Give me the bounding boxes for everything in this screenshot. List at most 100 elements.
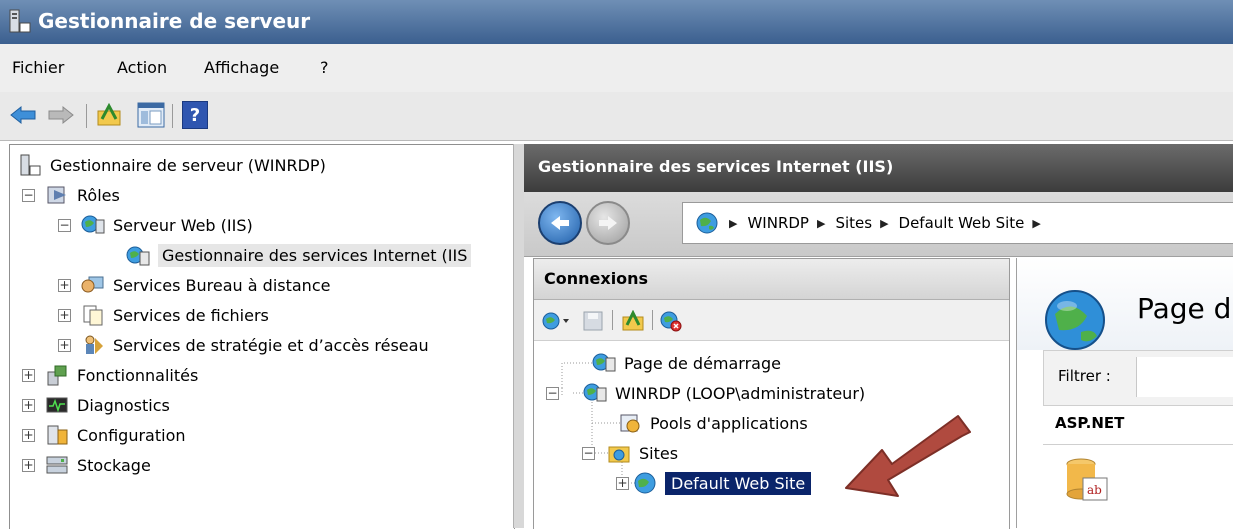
expand-toggle[interactable]: + [22,368,35,382]
web-server-icon [81,214,105,236]
features-view-pane: Page d Filtrer : ASP.NET ab [1016,258,1233,528]
conn-item-label: Page de démarrage [624,353,781,373]
features-icon [45,364,69,386]
console-tree: Gestionnaire de serveur (WINRDP) − Rôles… [9,144,515,529]
group-divider [1043,444,1233,445]
breadcrumb-winrdp[interactable]: WINRDP [747,214,809,232]
filter-bar: Filtrer : [1043,350,1233,406]
expand-toggle[interactable]: + [22,428,35,442]
show-hide-console-tree-icon[interactable] [136,100,166,130]
collapse-toggle[interactable]: − [582,446,595,460]
iis-manager-icon [126,244,150,266]
expand-toggle[interactable]: + [616,476,629,490]
storage-icon [45,454,69,476]
tree-item-file-services[interactable]: + Services de fichiers [58,301,269,329]
tree-item-remote-desktop[interactable]: + Services Bureau à distance [58,271,330,299]
up-folder-icon[interactable] [620,308,646,334]
save-icon[interactable] [580,308,606,334]
home-page-title: Page d [1137,292,1232,325]
server-node-icon [583,382,607,404]
expand-toggle[interactable]: + [58,338,71,352]
tree-item-storage[interactable]: + Stockage [22,451,151,479]
connect-dropdown-button[interactable] [540,308,574,334]
pane-splitter[interactable] [513,144,524,528]
tree-item-iis-manager[interactable]: Gestionnaire des services Internet (IIS [126,241,472,269]
app-pools-icon [618,412,642,434]
tree-item-label: Stockage [77,455,151,475]
forward-arrow-icon [599,216,617,230]
forward-button[interactable] [586,201,630,245]
configuration-icon [45,424,69,446]
address-bar[interactable]: ▶ WINRDP ▶ Sites ▶ Default Web Site ▶ [682,202,1233,244]
connections-title: Connexions [544,269,649,288]
filter-input[interactable] [1136,357,1233,397]
tree-item-label: Services Bureau à distance [113,275,331,295]
back-button[interactable] [538,201,582,245]
annotation-arrow [845,415,971,497]
filter-label: Filtrer : [1058,367,1111,385]
tree-item-label: Rôles [77,185,120,205]
connect-globe-icon [542,312,569,330]
toolbar-separator [172,104,173,128]
globe-icon [1043,288,1107,356]
diagnostics-icon [45,394,69,416]
tree-item-configuration[interactable]: + Configuration [22,421,186,449]
conn-item-label: Sites [639,443,679,463]
disconnect-icon[interactable] [658,308,684,334]
up-folder-icon[interactable] [94,100,124,130]
tree-item-label: Diagnostics [77,395,170,415]
window-title: Gestionnaire de serveur [38,9,311,33]
connections-header: Connexions [534,259,1009,300]
tree-item-network-policy[interactable]: + Services de stratégie et d’accès résea… [58,331,429,359]
breadcrumb-separator: ▶ [880,216,889,230]
collapse-toggle[interactable]: − [546,386,559,400]
menu-help[interactable]: ? [320,58,329,77]
toolbar-separator [652,310,653,330]
breadcrumb-sites[interactable]: Sites [835,214,872,232]
tree-item-roles[interactable]: − Rôles [22,181,120,209]
start-page-icon [592,352,616,374]
server-manager-icon [18,154,42,176]
tree-item-diagnostics[interactable]: + Diagnostics [22,391,170,419]
toolbar: ? [0,92,1233,141]
sites-folder-icon [607,442,631,464]
tree-item-web-server[interactable]: − Serveur Web (IIS) [58,211,253,239]
breadcrumb-separator: ▶ [1032,216,1041,230]
expand-toggle[interactable]: + [58,308,71,322]
back-arrow-icon[interactable] [8,100,38,130]
tree-item-features[interactable]: + Fonctionnalités [22,361,198,389]
help-button[interactable]: ? [180,100,210,130]
expand-toggle[interactable]: + [58,278,71,292]
conn-item-label: Pools d'applications [650,413,808,433]
tree-item-label: Services de stratégie et d’accès réseau [113,335,429,355]
help-icon: ? [182,101,208,129]
iis-navigation-bar: ▶ WINRDP ▶ Sites ▶ Default Web Site ▶ [524,192,1233,257]
breadcrumb-default-web-site[interactable]: Default Web Site [899,214,1025,232]
conn-item-default-web-site[interactable]: + Default Web Site [616,469,812,497]
forward-arrow-icon[interactable] [46,100,76,130]
conn-item-label: WINRDP (LOOP\administrateur) [615,383,866,403]
network-policy-icon [81,334,105,356]
breadcrumb-separator: ▶ [816,216,826,230]
tree-item-server-manager[interactable]: Gestionnaire de serveur (WINRDP) [18,151,326,179]
collapse-toggle[interactable]: − [22,188,35,202]
feature-aspnet-icon[interactable]: ab [1063,456,1109,506]
collapse-toggle[interactable]: − [58,218,71,232]
conn-item-server[interactable]: − WINRDP (LOOP\administrateur) [546,379,865,407]
expand-toggle[interactable]: + [22,398,35,412]
menu-fichier[interactable]: Fichier [12,58,64,77]
tree-item-label: Fonctionnalités [77,365,199,385]
menu-action[interactable]: Action [117,58,167,77]
toolbar-separator [612,310,613,330]
conn-item-app-pools[interactable]: Pools d'applications [618,409,808,437]
menu-affichage[interactable]: Affichage [204,58,279,77]
conn-item-sites[interactable]: − Sites [582,439,678,467]
tree-item-label: Services de fichiers [113,305,269,325]
tree-item-label: Gestionnaire de serveur (WINRDP) [50,155,326,175]
conn-item-start-page[interactable]: Page de démarrage [592,349,781,377]
tree-item-label: Serveur Web (IIS) [113,215,253,235]
expand-toggle[interactable]: + [22,458,35,472]
menu-bar: Fichier Action Affichage ? [0,44,1233,93]
svg-text:ab: ab [1087,483,1102,497]
globe-icon [695,211,719,235]
